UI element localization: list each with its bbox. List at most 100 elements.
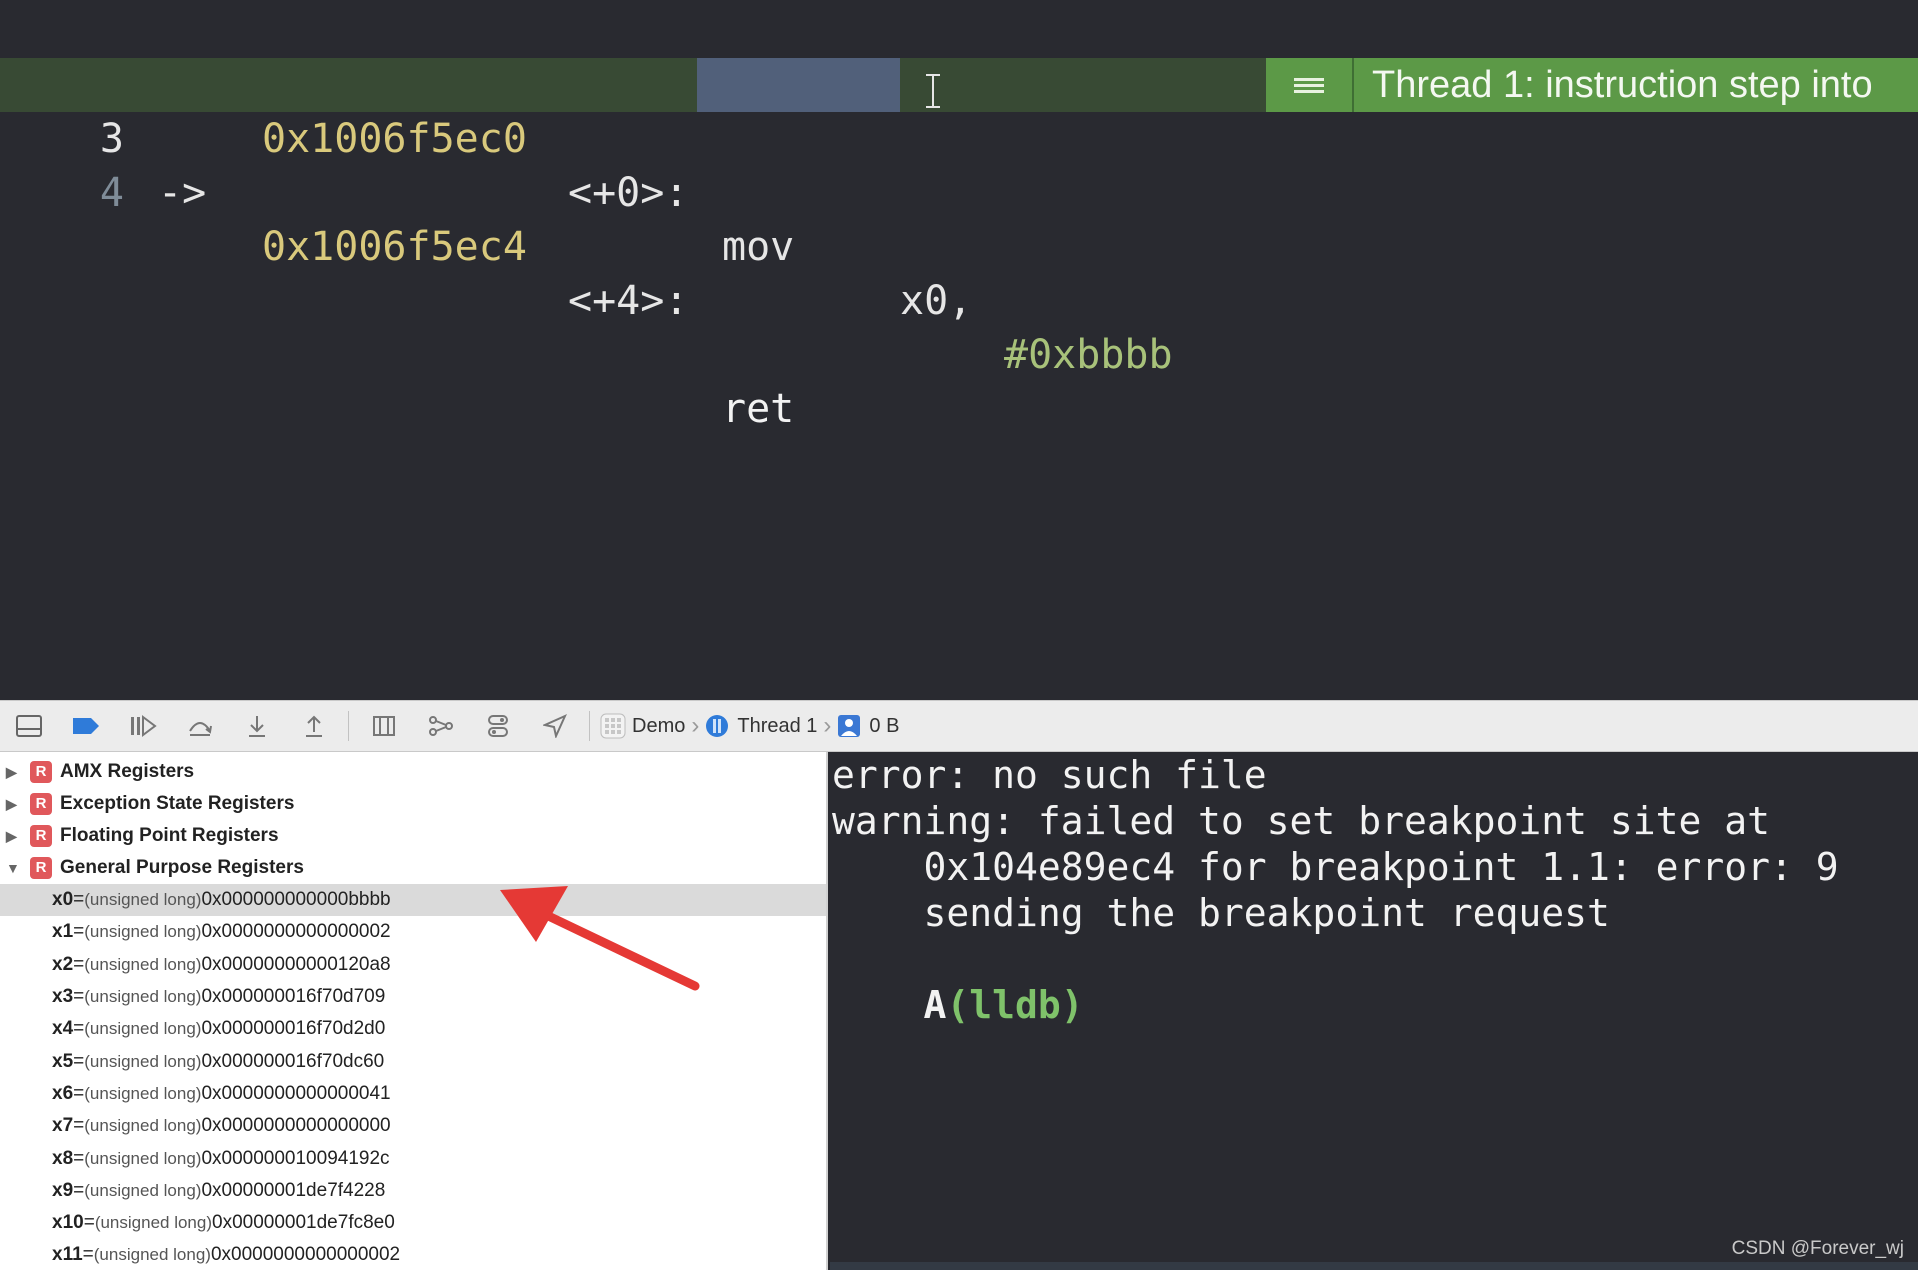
instruction-immediate: #0xbbbb xyxy=(1004,332,1173,378)
thread-icon xyxy=(706,715,729,737)
register-value: 0x0000000000000002 xyxy=(210,1244,401,1266)
register-badge-icon: R xyxy=(30,857,52,879)
disclosure-triangle-icon[interactable]: ▶ xyxy=(6,796,22,813)
register-type: (unsigned long) xyxy=(84,987,202,1007)
register-row-x4[interactable]: x4 = (unsigned long) 0x000000016f70d2d0 xyxy=(0,1013,826,1045)
register-value: 0x0000000000000002 xyxy=(201,921,391,943)
register-equals: = xyxy=(73,1147,85,1169)
register-row-x9[interactable]: x9 = (unsigned long) 0x00000001de7f4228 xyxy=(0,1175,826,1207)
register-type: (unsigned long) xyxy=(84,954,202,974)
app-grid-icon xyxy=(600,713,626,739)
console-output-line: error: no such file xyxy=(832,753,1267,797)
toolbar-divider xyxy=(589,711,590,741)
register-equals: = xyxy=(73,1082,85,1104)
register-name: x2 xyxy=(52,953,74,975)
thread-step-banner[interactable]: Thread 1: instruction step into xyxy=(1266,58,1918,112)
code-line-4[interactable]: 4 xyxy=(0,112,1918,216)
register-type: (unsigned long) xyxy=(84,1180,202,1200)
register-equals: = xyxy=(83,1212,95,1234)
banner-text: Thread 1: instruction step into xyxy=(1354,58,1918,112)
variables-view[interactable]: ▶ R AMX Registers ▶ R Exception State Re… xyxy=(0,752,828,1270)
register-type: (unsigned long) xyxy=(84,1148,202,1168)
register-type: (unsigned long) xyxy=(94,1213,213,1233)
console-output-line: sending the breakpoint request xyxy=(832,891,1610,935)
register-name: x6 xyxy=(52,1082,74,1104)
register-name: x5 xyxy=(52,1050,74,1072)
register-badge-icon: R xyxy=(30,761,52,783)
register-row-x10[interactable]: x10 = (unsigned long) 0x00000001de7fc8e0 xyxy=(0,1207,826,1239)
disclosure-triangle-icon[interactable]: ▶ xyxy=(6,828,22,845)
register-equals: = xyxy=(73,1050,85,1072)
location-arrow-icon xyxy=(542,714,567,738)
register-type: (unsigned long) xyxy=(93,1245,211,1265)
console-input-text[interactable]: A xyxy=(924,983,947,1027)
register-group-amx[interactable]: ▶ R AMX Registers xyxy=(0,756,826,788)
register-value: 0x0000000000000000 xyxy=(201,1115,391,1137)
register-row-x6[interactable]: x6 = (unsigned long) 0x0000000000000041 xyxy=(0,1078,826,1110)
chevron-right-icon: › xyxy=(691,712,700,739)
register-row-x7[interactable]: x7 = (unsigned long) 0x0000000000000000 xyxy=(0,1110,826,1142)
register-type: (unsigned long) xyxy=(84,1083,202,1103)
register-equals: = xyxy=(73,1115,85,1137)
register-name: x0 xyxy=(52,889,74,911)
register-type: (unsigned long) xyxy=(84,922,202,942)
disassembly-editor[interactable]: 2 0x1006f5ec0 <+0>: mov x0, #0xbbbb 3 ->… xyxy=(0,0,1918,700)
register-group-label: AMX Registers xyxy=(60,761,195,782)
register-value: 0x000000016f70dc60 xyxy=(201,1050,385,1072)
console-scrollbar[interactable] xyxy=(830,1262,1918,1270)
debug-toolbar: Demo › Thread 1 › 0 B xyxy=(0,700,1918,752)
memory-graph-icon xyxy=(428,716,453,736)
register-badge-icon: R xyxy=(30,825,52,847)
register-name: x10 xyxy=(52,1212,84,1234)
lldb-prompt: (lldb) xyxy=(946,983,1084,1027)
register-value: 0x000000010094192c xyxy=(201,1147,390,1169)
environment-overrides-button[interactable] xyxy=(469,700,526,752)
toggle-debug-area-button[interactable] xyxy=(0,700,57,752)
debug-view-hierarchy-button[interactable] xyxy=(355,700,412,752)
register-group-floating-point[interactable]: ▶ R Floating Point Registers xyxy=(0,820,826,852)
step-into-button[interactable] xyxy=(228,700,285,752)
step-over-icon xyxy=(188,722,212,736)
register-value: 0x00000001de7fc8e0 xyxy=(212,1212,395,1234)
register-type: (unsigned long) xyxy=(84,1051,202,1071)
instruction-offset: <+4>: xyxy=(568,278,689,324)
instruction-mnemonic: mov xyxy=(722,224,795,270)
panel-icon xyxy=(15,715,42,737)
disclosure-triangle-icon[interactable]: ▶ xyxy=(6,764,22,781)
register-value: 0x000000016f70d2d0 xyxy=(201,1018,386,1040)
breadcrumb-process[interactable]: Demo xyxy=(632,715,685,738)
register-row-x11[interactable]: x11 = (unsigned long) 0x0000000000000002 xyxy=(0,1239,826,1270)
register-name: x9 xyxy=(52,1179,74,1201)
view-hierarchy-icon xyxy=(372,716,395,736)
banner-menu-icon[interactable] xyxy=(1266,58,1354,112)
register-value: 0x0000000000000041 xyxy=(201,1082,391,1104)
disclosure-triangle-expanded-icon[interactable]: ▼ xyxy=(6,860,22,876)
annotation-arrow-icon xyxy=(500,886,700,991)
register-row-x5[interactable]: x5 = (unsigned long) 0x000000016f70dc60 xyxy=(0,1045,826,1077)
register-name: x7 xyxy=(52,1115,74,1137)
register-name: x11 xyxy=(52,1244,83,1266)
toolbar-divider xyxy=(348,711,349,741)
breadcrumb-thread[interactable]: Thread 1 xyxy=(737,715,817,738)
lldb-console[interactable]: error: no such file warning: failed to s… xyxy=(830,752,1918,1270)
continue-button[interactable] xyxy=(114,700,171,752)
register-value: 0x000000016f70d709 xyxy=(201,986,386,1008)
step-out-button[interactable] xyxy=(285,700,342,752)
console-prompt-line[interactable]: A(lldb) xyxy=(832,936,1084,1027)
register-name: x8 xyxy=(52,1147,74,1169)
text-cursor-icon xyxy=(924,74,942,108)
step-over-button[interactable] xyxy=(171,700,228,752)
code-line-2[interactable]: 2 0x1006f5ec0 <+0>: mov x0, #0xbbbb xyxy=(0,4,1918,378)
register-badge-icon: R xyxy=(30,793,52,815)
breakpoints-toggle-button[interactable] xyxy=(57,700,114,752)
simulate-location-button[interactable] xyxy=(526,700,583,752)
watermark: CSDN @Forever_wj xyxy=(1731,1238,1904,1259)
breadcrumb-frame[interactable]: 0 B xyxy=(869,715,899,738)
register-equals: = xyxy=(82,1244,94,1266)
register-equals: = xyxy=(73,986,85,1008)
register-group-exception-state[interactable]: ▶ R Exception State Registers xyxy=(0,788,826,820)
register-name: x4 xyxy=(52,1018,74,1040)
memory-graph-button[interactable] xyxy=(412,700,469,752)
register-row-x8[interactable]: x8 = (unsigned long) 0x000000010094192c xyxy=(0,1142,826,1174)
instruction-address: 0x1006f5ec4 xyxy=(262,224,527,270)
